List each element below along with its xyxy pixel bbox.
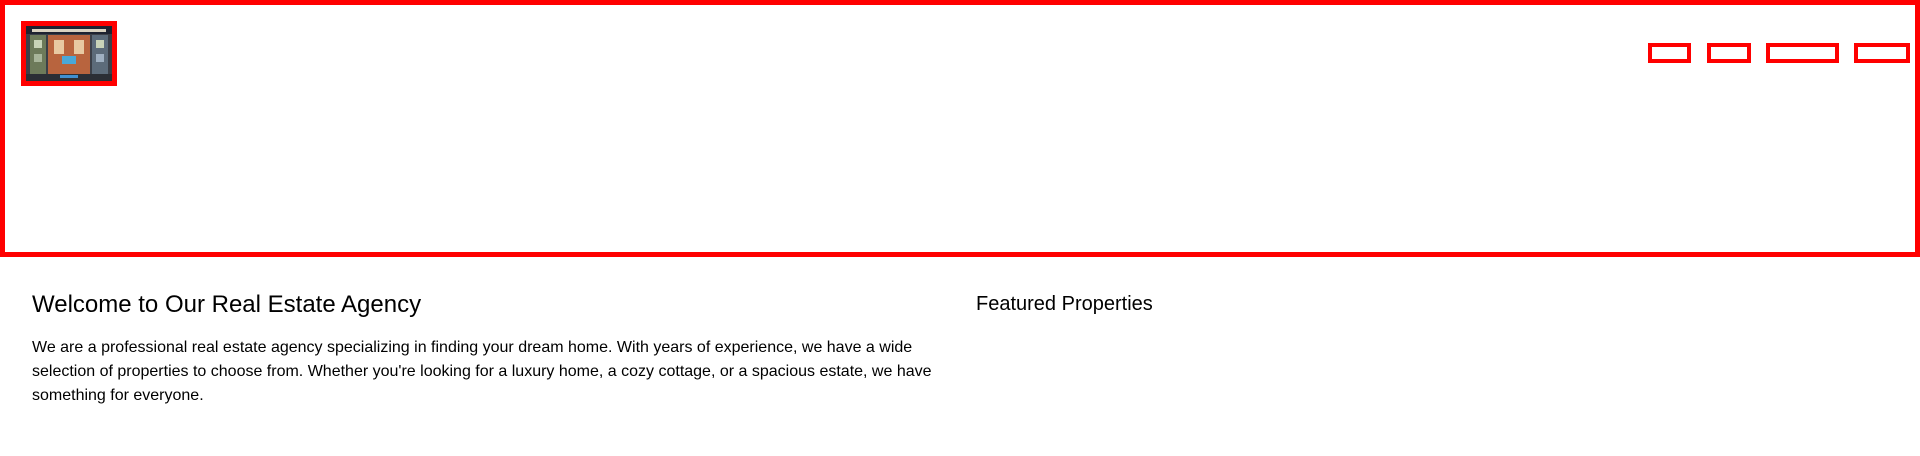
welcome-title: Welcome to Our Real Estate Agency bbox=[32, 291, 422, 318]
featured-properties-section: Featured Properties bbox=[976, 286, 1876, 322]
nav-item-4[interactable] bbox=[1854, 43, 1910, 63]
welcome-text: We are a professional real estate agency… bbox=[32, 339, 932, 404]
welcome-section: Welcome to Our Real Estate Agency We are… bbox=[32, 286, 942, 408]
logo-image[interactable] bbox=[21, 21, 117, 86]
nav-item-3[interactable] bbox=[1766, 43, 1839, 63]
nav-item-2[interactable] bbox=[1707, 43, 1751, 63]
building-photo-icon bbox=[26, 26, 112, 81]
nav-item-1[interactable] bbox=[1648, 43, 1691, 63]
site-header bbox=[0, 0, 1920, 257]
featured-properties-title: Featured Properties bbox=[976, 293, 1153, 315]
